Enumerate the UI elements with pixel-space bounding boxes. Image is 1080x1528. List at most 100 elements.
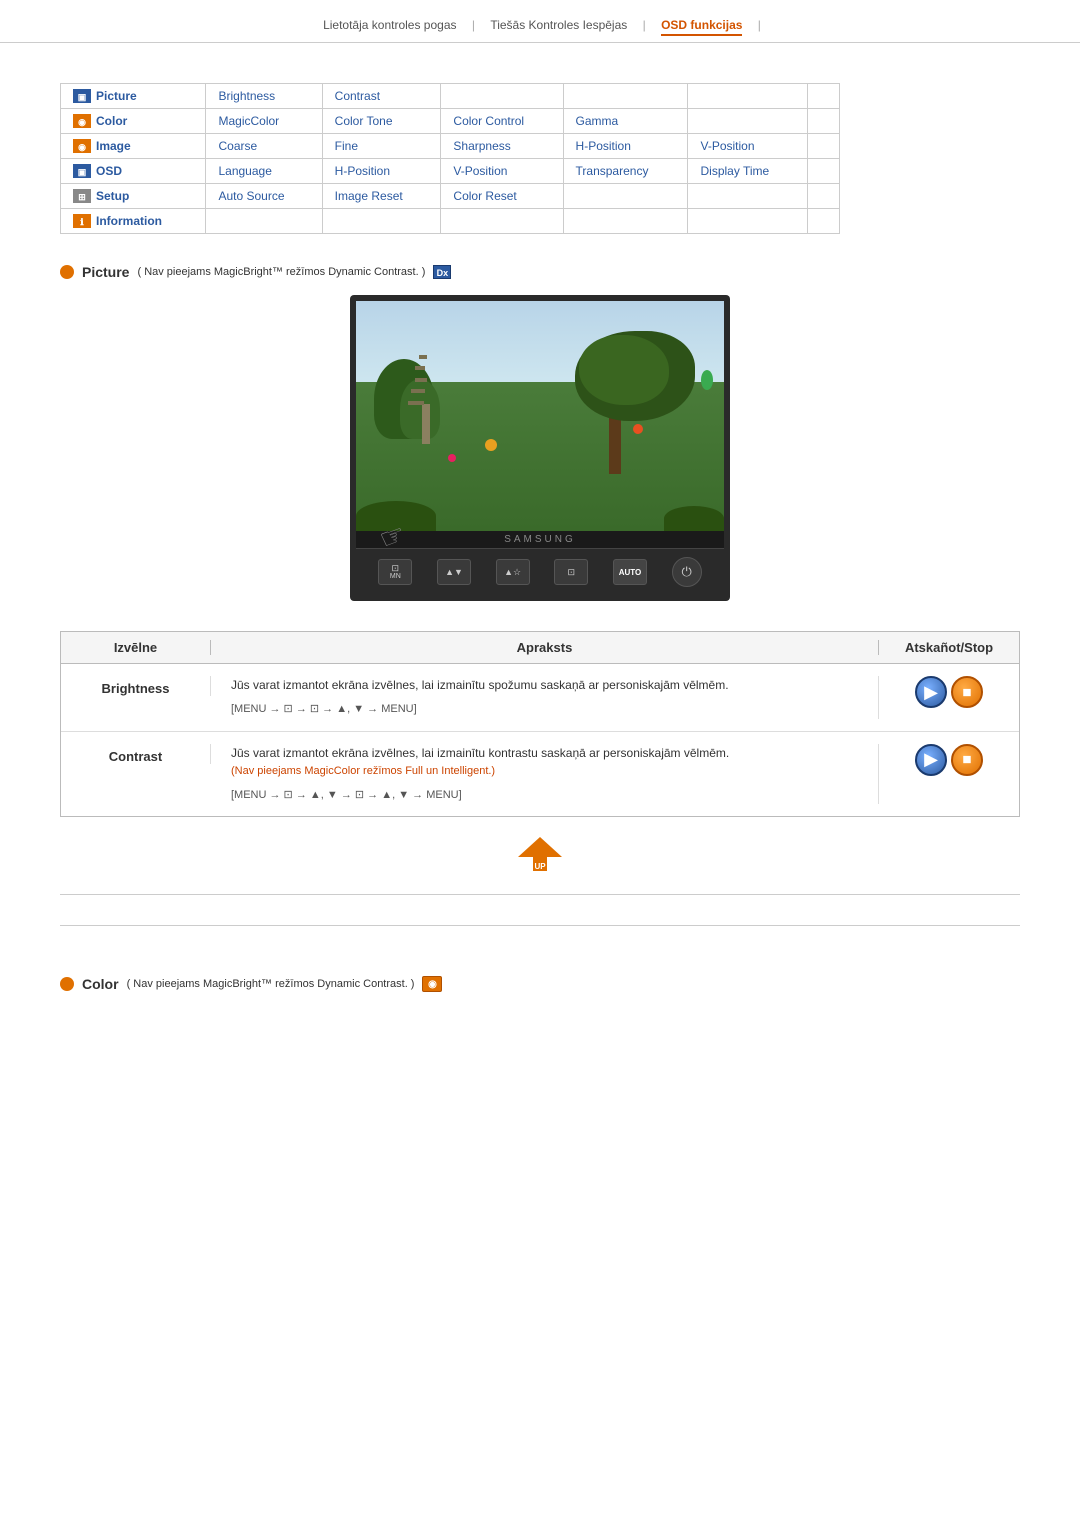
section-divider: [60, 894, 1020, 895]
sharpness-link[interactable]: Sharpness: [441, 134, 563, 159]
vposition-image-link[interactable]: V-Position: [688, 134, 808, 159]
language-link[interactable]: Language: [206, 159, 322, 184]
brightness-link[interactable]: Brightness: [206, 84, 322, 109]
info-icon: ℹ: [73, 214, 91, 228]
top-navigation: Lietotāja kontroles pogas | Tiešās Kontr…: [0, 0, 1080, 43]
contrast-link[interactable]: Contrast: [322, 84, 441, 109]
coarse-link[interactable]: Coarse: [206, 134, 322, 159]
image-label[interactable]: Image: [96, 139, 131, 153]
contrast-desc-text: Jūs varat izmantot ekrāna izvēlnes, lai …: [231, 746, 729, 760]
category-image: ◉ Image: [73, 139, 193, 153]
brightness-desc-cell: Jūs varat izmantot ekrāna izvēlnes, lai …: [211, 676, 879, 719]
color-section-note: ( Nav pieejams MagicBright™ režīmos Dyna…: [127, 978, 415, 990]
color-section: Color ( Nav pieejams MagicBright™ režīmo…: [60, 925, 1020, 992]
nav-row-setup: ⊞ Setup Auto Source Image Reset Color Re…: [61, 184, 840, 209]
vposition-osd-link[interactable]: V-Position: [441, 159, 563, 184]
nav-table: ▣ Picture Brightness Contrast ◉ Color: [60, 83, 840, 234]
category-osd: ▣ OSD: [73, 164, 193, 178]
brightness-menu-path: [MENU → ⊡ → ⊡ → ▲, ▼ → MENU]: [231, 701, 858, 719]
color-section-icon[interactable]: ◉: [422, 976, 442, 992]
magiccolor-link[interactable]: MagicColor: [206, 109, 322, 134]
ctrl-enter-btn[interactable]: ⊡: [554, 559, 588, 585]
color-label[interactable]: Color: [96, 114, 127, 128]
ctrl-menu-btn[interactable]: ⊡ MN: [378, 559, 412, 585]
brightness-row: Brightness Jūs varat izmantot ekrāna izv…: [61, 664, 1019, 732]
contrast-forward-btn[interactable]: ▶: [915, 744, 947, 776]
up-arrow-container: UP: [60, 837, 1020, 874]
setup-label[interactable]: Setup: [96, 189, 129, 203]
nav-separator-2: |: [643, 18, 646, 32]
osd-icon: ▣: [73, 164, 91, 178]
up-arrow-triangle: [518, 837, 562, 857]
osd-label[interactable]: OSD: [96, 164, 122, 178]
nav-row-info: ℹ Information: [61, 209, 840, 234]
nav-row-image: ◉ Image Coarse Fine Sharpness H-Position…: [61, 134, 840, 159]
transparency-link[interactable]: Transparency: [563, 159, 688, 184]
nav-link-osd[interactable]: OSD funkcijas: [661, 18, 742, 36]
brightness-stop-btn[interactable]: ⏹: [951, 676, 983, 708]
ctrl-auto-btn[interactable]: AUTO: [613, 559, 647, 585]
monitor-brand: SAMSUNG: [356, 531, 724, 548]
contrast-row: Contrast Jūs varat izmantot ekrāna izvēl…: [61, 732, 1019, 816]
picture-section-header: Picture ( Nav pieejams MagicBright™ režī…: [60, 264, 1020, 280]
up-label: UP: [534, 862, 545, 871]
colorcontrol-link[interactable]: Color Control: [441, 109, 563, 134]
displaytime-link[interactable]: Display Time: [688, 159, 808, 184]
ctrl-brightness-btn[interactable]: ▲☆: [496, 559, 530, 585]
contrast-desc-cell: Jūs varat izmantot ekrāna izvēlnes, lai …: [211, 744, 879, 804]
monitor-container: SAMSUNG ⊡ MN ▲▼ ▲☆ ⊡ AUTO ⏻ ☞: [60, 295, 1020, 601]
category-picture: ▣ Picture: [73, 89, 193, 103]
nav-separator-3: |: [758, 18, 761, 32]
color-section-header: Color ( Nav pieejams MagicBright™ režīmo…: [60, 976, 1020, 992]
brightness-menu-cell: Brightness: [61, 676, 211, 696]
nav-row-color: ◉ Color MagicColor Color Tone Color Cont…: [61, 109, 840, 134]
info-label[interactable]: Information: [96, 214, 162, 228]
contrast-menu-cell: Contrast: [61, 744, 211, 764]
contrast-action-cell: ▶ ⏹: [879, 744, 1019, 776]
category-info: ℹ Information: [73, 214, 193, 228]
brightness-desc-text: Jūs varat izmantot ekrāna izvēlnes, lai …: [231, 678, 729, 692]
up-arrow[interactable]: UP: [518, 837, 562, 874]
color-section-dot: [60, 977, 74, 991]
brightness-action-cell: ▶ ⏹: [879, 676, 1019, 708]
ctrl-updown-btn[interactable]: ▲▼: [437, 559, 471, 585]
header-action: Atskañot/Stop: [879, 640, 1019, 655]
header-description: Apraksts: [211, 640, 879, 655]
contrast-menu-path: [MENU → ⊡ → ▲, ▼ → ⊡ → ▲, ▼ → MENU]: [231, 787, 858, 805]
monitor-controls: ⊡ MN ▲▼ ▲☆ ⊡ AUTO ⏻: [356, 548, 724, 595]
gamma-link[interactable]: Gamma: [563, 109, 688, 134]
monitor-outer: SAMSUNG ⊡ MN ▲▼ ▲☆ ⊡ AUTO ⏻: [350, 295, 730, 601]
nav-row-picture: ▣ Picture Brightness Contrast: [61, 84, 840, 109]
monitor-screen: [356, 301, 724, 531]
picture-label[interactable]: Picture: [96, 89, 137, 103]
picture-icon: ▣: [73, 89, 91, 103]
fine-link[interactable]: Fine: [322, 134, 441, 159]
category-setup: ⊞ Setup: [73, 189, 193, 203]
brightness-forward-btn[interactable]: ▶: [915, 676, 947, 708]
picture-section-dot: [60, 265, 74, 279]
main-content: ▣ Picture Brightness Contrast ◉ Color: [0, 43, 1080, 1027]
picture-section-note: ( Nav pieejams MagicBright™ režīmos Dyna…: [137, 266, 425, 278]
ctrl-power-btn[interactable]: ⏻: [672, 557, 702, 587]
color-icon: ◉: [73, 114, 91, 128]
picture-section-icon[interactable]: Dx: [433, 265, 451, 279]
autosource-link[interactable]: Auto Source: [206, 184, 322, 209]
hposition-osd-link[interactable]: H-Position: [322, 159, 441, 184]
contrast-stop-btn[interactable]: ⏹: [951, 744, 983, 776]
nav-row-osd: ▣ OSD Language H-Position V-Position Tra…: [61, 159, 840, 184]
image-icon: ◉: [73, 139, 91, 153]
category-color: ◉ Color: [73, 114, 193, 128]
header-menu: Izvēlne: [61, 640, 211, 655]
nav-separator-1: |: [472, 18, 475, 32]
colorreset-link[interactable]: Color Reset: [441, 184, 563, 209]
nav-link-lietotaja[interactable]: Lietotāja kontroles pogas: [323, 18, 456, 32]
colortone-link[interactable]: Color Tone: [322, 109, 441, 134]
desc-table-header: Izvēlne Apraksts Atskañot/Stop: [61, 632, 1019, 664]
description-table: Izvēlne Apraksts Atskañot/Stop Brightnes…: [60, 631, 1020, 817]
nav-link-tiesas[interactable]: Tiešās Kontroles Iespējas: [490, 18, 627, 32]
setup-icon: ⊞: [73, 189, 91, 203]
picture-section-title: Picture: [82, 264, 129, 280]
hposition-image-link[interactable]: H-Position: [563, 134, 688, 159]
imagereset-link[interactable]: Image Reset: [322, 184, 441, 209]
color-section-title: Color: [82, 976, 119, 992]
